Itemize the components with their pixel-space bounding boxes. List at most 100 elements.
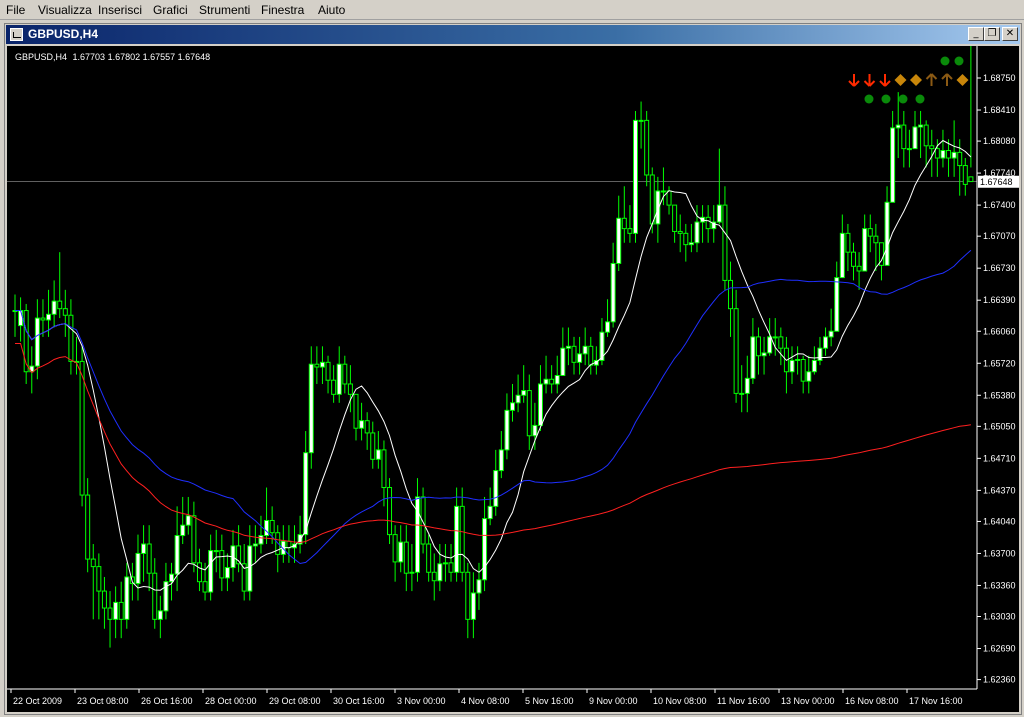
- candle-body: [744, 377, 750, 394]
- menu-aiuto[interactable]: Aiuto: [318, 3, 345, 17]
- candle-body: [57, 300, 63, 310]
- candle-body: [135, 552, 141, 585]
- close-button[interactable]: ✕: [1002, 27, 1018, 41]
- candle-body: [152, 572, 158, 620]
- candle-body: [308, 363, 314, 454]
- candle-body: [521, 390, 527, 396]
- candle-body: [196, 562, 202, 583]
- candle-body: [68, 314, 74, 362]
- candle-body: [202, 581, 208, 593]
- candle-body: [387, 487, 393, 536]
- price-tick-label: 1.65720: [983, 358, 1016, 368]
- time-tick-label: 13 Nov 00:00: [781, 696, 835, 706]
- candle-body: [795, 358, 801, 361]
- moving-averages-layer: [15, 139, 972, 591]
- candle-body: [258, 535, 264, 545]
- candle-body: [448, 562, 454, 573]
- candle-body: [180, 524, 186, 537]
- candle-body: [62, 308, 68, 316]
- time-tick-label: 16 Nov 08:00: [845, 696, 899, 706]
- signal-diamond-icon: [894, 74, 907, 86]
- menu-visualizza[interactable]: Visualizza: [38, 3, 92, 17]
- candle-body: [565, 345, 571, 349]
- candle-body: [750, 336, 756, 379]
- candle-body: [398, 541, 404, 563]
- candle-body: [582, 345, 588, 355]
- candle-body: [968, 176, 974, 183]
- candle-body: [884, 201, 890, 266]
- candle-body: [851, 251, 856, 267]
- candle-body: [577, 353, 583, 363]
- candle-body: [621, 217, 627, 230]
- candle-body: [504, 409, 510, 451]
- signal-arrow-up-icon: [941, 73, 953, 86]
- candle-body: [543, 378, 549, 385]
- candle-body: [487, 505, 493, 520]
- candle-body: [403, 541, 409, 574]
- candle-body: [616, 217, 622, 264]
- price-tick-label: 1.65380: [983, 390, 1016, 400]
- signal-dot-icon: [864, 94, 874, 104]
- candle-body: [426, 543, 432, 573]
- restore-button[interactable]: ❐: [984, 27, 1000, 41]
- minimize-button[interactable]: _: [968, 27, 984, 41]
- time-tick-label: 28 Oct 00:00: [205, 696, 257, 706]
- price-tick-label: 1.63030: [983, 612, 1016, 622]
- candle-body: [347, 383, 353, 395]
- chart-window: GBPUSD,H4 _ ❐ ✕ GBPUSD,H4 1.67703 1.6780…: [4, 23, 1022, 715]
- time-tick-label: 11 Nov 16:00: [717, 696, 770, 706]
- signal-dot-icon: [940, 56, 950, 66]
- candle-body: [733, 308, 739, 394]
- candle-body: [118, 601, 124, 620]
- candle-body: [610, 262, 616, 323]
- time-tick-label: 3 Nov 00:00: [397, 696, 446, 706]
- candle-body: [666, 190, 672, 206]
- candle-body: [828, 330, 834, 338]
- signal-arrow-up-icon: [925, 73, 938, 86]
- candle-body: [208, 550, 214, 593]
- candle-body: [672, 204, 678, 232]
- menu-file[interactable]: File: [6, 3, 25, 17]
- candle-body: [431, 571, 437, 582]
- price-tick-label: 1.66390: [983, 295, 1016, 305]
- candle-body: [772, 336, 778, 339]
- candle-body: [934, 148, 940, 159]
- price-chart[interactable]: GBPUSD,H4 1.67703 1.67802 1.67557 1.6764…: [7, 46, 1019, 712]
- candle-body: [806, 371, 812, 382]
- candle-body: [800, 358, 806, 382]
- candle-body: [381, 449, 387, 489]
- ma-fast-line: [15, 139, 972, 591]
- chart-area[interactable]: GBPUSD,H4 1.67703 1.67802 1.67557 1.6764…: [7, 46, 1019, 712]
- price-tick-label: 1.66060: [983, 326, 1016, 336]
- candle-body: [632, 119, 638, 234]
- candle-body: [515, 394, 521, 404]
- menu-grafici[interactable]: Grafici: [153, 3, 188, 17]
- candle-body: [370, 432, 376, 460]
- candle-body: [856, 265, 862, 272]
- candle-body: [420, 496, 426, 545]
- candle-body: [688, 242, 694, 246]
- candle-body: [789, 359, 795, 373]
- menu-finestra[interactable]: Finestra: [261, 3, 304, 17]
- candle-body: [359, 420, 365, 429]
- ma-slow-line: [15, 343, 971, 544]
- candle-body: [867, 228, 873, 237]
- candle-body: [817, 347, 823, 361]
- candle-body: [470, 592, 476, 620]
- price-tick-label: 1.68080: [983, 136, 1016, 146]
- candle-body: [811, 359, 817, 373]
- signal-indicators-layer: [848, 56, 969, 104]
- menu-strumenti[interactable]: Strumenti: [199, 3, 250, 17]
- price-tick-label: 1.62690: [983, 644, 1016, 654]
- candle-body: [18, 310, 24, 327]
- candle-body: [219, 550, 225, 579]
- time-tick-label: 10 Nov 08:00: [653, 696, 707, 706]
- window-titlebar[interactable]: GBPUSD,H4 _ ❐ ✕: [6, 25, 1020, 44]
- price-tick-label: 1.63700: [983, 548, 1016, 558]
- price-tick-label: 1.66730: [983, 263, 1016, 273]
- signal-dot-icon: [954, 56, 964, 66]
- price-tick-label: 1.67400: [983, 200, 1016, 210]
- current-price-label: 1.67648: [980, 177, 1013, 187]
- menu-inserisci[interactable]: Inserisci: [98, 3, 142, 17]
- candle-body: [705, 216, 711, 230]
